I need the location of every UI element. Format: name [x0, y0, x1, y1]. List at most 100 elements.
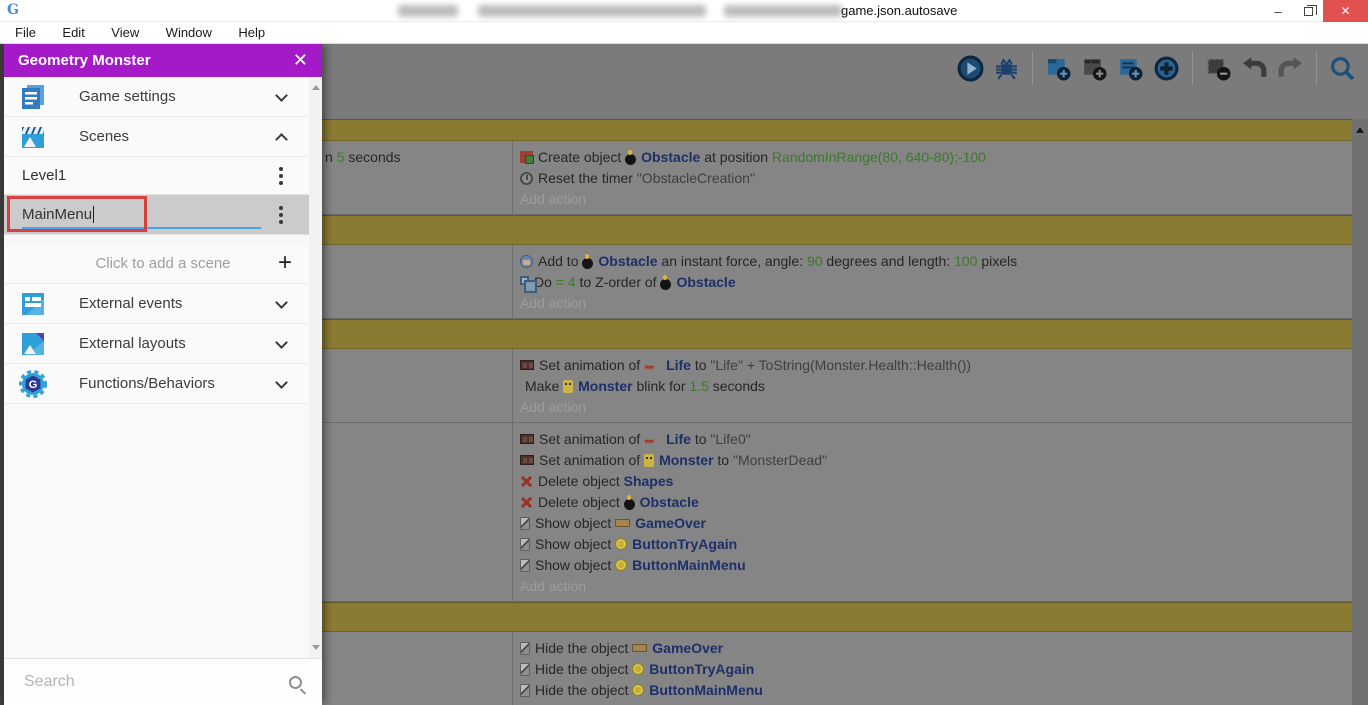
condition-line[interactable]: n 5 seconds [325, 147, 510, 168]
conditions-column[interactable] [322, 423, 512, 601]
text-segment: Create object [538, 149, 626, 165]
conditions-column[interactable] [322, 632, 512, 705]
restore-button[interactable] [1293, 0, 1323, 22]
chevron-up-icon[interactable] [275, 133, 288, 146]
event-row[interactable]: Add to Obstacle an instant force, angle:… [322, 245, 1352, 319]
plus-icon[interactable] [278, 249, 292, 277]
scroll-up-icon[interactable] [312, 85, 320, 90]
comment-bar[interactable] [322, 215, 1352, 245]
add-action-button[interactable]: Add action [520, 397, 1346, 418]
toolbar-separator [1032, 51, 1033, 85]
sidebar-item-label: External layouts [79, 335, 186, 352]
add-scene-button[interactable]: Click to add a scene [4, 243, 322, 284]
close-window-button[interactable] [1323, 0, 1368, 22]
add-action-button[interactable]: Add action [520, 189, 1346, 210]
event-row[interactable]: Set animation of Life to "Life0"Set anim… [322, 423, 1352, 602]
text-segment: Hide the object [535, 682, 633, 698]
chevron-down-icon[interactable] [275, 296, 288, 309]
action-line[interactable]: Set animation of Life to "Life0" [520, 429, 1346, 452]
visibility-icon [520, 641, 530, 655]
event-row[interactable]: n 5 seconds Create object Obstacle at pos… [322, 141, 1352, 215]
action-line[interactable]: Do = 4 to Z-order of Obstacle [520, 272, 1346, 294]
comment-bar[interactable] [322, 119, 1352, 141]
sidebar-item-external-events[interactable]: External events [4, 284, 322, 324]
sidebar-item-label: Game settings [79, 88, 176, 105]
comment-bar[interactable] [322, 602, 1352, 632]
actions-column[interactable]: Hide the object GameOver Hide the object … [512, 632, 1352, 705]
conditions-column[interactable] [322, 349, 512, 422]
action-line[interactable]: Set animation of Life to "Life" + ToStri… [520, 355, 1346, 378]
events-scrollbar[interactable] [1352, 119, 1368, 705]
add-event-button[interactable] [1045, 55, 1072, 82]
remove-event-button[interactable] [1205, 55, 1232, 82]
action-line[interactable]: Hide the object GameOver [520, 638, 1346, 659]
add-comment-button[interactable] [1117, 55, 1144, 82]
scroll-down-icon[interactable] [312, 645, 320, 650]
add-action-button[interactable]: Add action [520, 701, 1346, 705]
chevron-down-icon[interactable] [275, 89, 288, 102]
add-action-button[interactable]: Add action [520, 293, 1346, 314]
sidebar-item-game-settings[interactable]: Game settings [4, 77, 322, 117]
search-input[interactable]: Search [24, 673, 75, 691]
text-segment: Life [666, 431, 691, 447]
sidebar-item-scenes[interactable]: Scenes [4, 117, 322, 157]
chevron-down-icon[interactable] [275, 336, 288, 349]
text-segment: RandomInRange(80, 640-80);-100 [771, 149, 986, 165]
menu-window[interactable]: Window [155, 22, 223, 40]
gameover-icon [632, 644, 648, 653]
events-sheet: n 5 seconds Create object Obstacle at pos… [322, 44, 1368, 705]
chevron-down-icon[interactable] [275, 376, 288, 389]
action-line[interactable]: Make Monster blink for 1.5 seconds [520, 376, 1346, 397]
redo-button[interactable] [1277, 55, 1304, 82]
menu-edit[interactable]: Edit [51, 22, 95, 40]
close-panel-icon[interactable] [293, 50, 308, 71]
action-line[interactable]: Show object GameOver [520, 513, 1346, 534]
text-segment: Do [534, 274, 556, 290]
comment-bar[interactable] [322, 319, 1352, 349]
sidebar-item-functions-behaviors[interactable]: G Functions/Behaviors [4, 364, 322, 404]
actions-column[interactable]: Add to Obstacle an instant force, angle:… [512, 245, 1352, 318]
conditions-column[interactable] [322, 245, 512, 318]
scene-item-level1[interactable]: Level1 [4, 157, 322, 195]
events-toolbar [957, 48, 1356, 88]
text-segment: Obstacle [598, 253, 658, 269]
text-segment: Shapes [623, 473, 674, 489]
panel-search-bar[interactable]: Search [4, 658, 322, 705]
add-action-button[interactable]: Add action [520, 576, 1346, 597]
add-sub-event-button[interactable] [1081, 55, 1108, 82]
scene-menu-icon[interactable] [276, 203, 286, 227]
play-preview-button[interactable] [957, 55, 984, 82]
add-new-button[interactable] [1153, 55, 1180, 82]
event-row[interactable]: Set animation of Life to "Life" + ToStri… [322, 349, 1352, 423]
action-line[interactable]: Create object Obstacle at position Rando… [520, 147, 1346, 168]
undo-button[interactable] [1241, 55, 1268, 82]
action-line[interactable]: Show object ButtonTryAgain [520, 534, 1346, 555]
action-line[interactable]: Hide the object ButtonTryAgain [520, 659, 1346, 680]
action-line[interactable]: Hide the object ButtonMainMenu [520, 680, 1346, 701]
sidebar-item-external-layouts[interactable]: External layouts [4, 324, 322, 364]
search-events-button[interactable] [1329, 55, 1356, 82]
actions-column[interactable]: Set animation of Life to "Life0"Set anim… [512, 423, 1352, 601]
menu-help[interactable]: Help [227, 22, 276, 40]
debug-button[interactable] [993, 55, 1020, 82]
sidebar-item-label: Scenes [79, 128, 130, 145]
action-line[interactable]: Delete object Obstacle [520, 492, 1346, 513]
menu-view[interactable]: View [100, 22, 150, 40]
panel-scrollbar[interactable] [309, 77, 322, 658]
conditions-column[interactable]: n 5 seconds [322, 141, 512, 214]
event-row[interactable]: Hide the object GameOver Hide the object … [322, 632, 1352, 705]
minimize-button[interactable] [1263, 0, 1293, 22]
action-line[interactable]: Set animation of Monster to "MonsterDead… [520, 450, 1346, 471]
action-line[interactable]: Show object ButtonMainMenu [520, 555, 1346, 576]
action-line[interactable]: Delete object Shapes [520, 471, 1346, 492]
search-icon[interactable] [289, 675, 302, 689]
scene-item-mainmenu[interactable]: MainMenu [4, 195, 322, 235]
scroll-up-icon[interactable] [1356, 127, 1364, 133]
action-line[interactable]: Reset the timer "ObstacleCreation" [520, 168, 1346, 189]
actions-column[interactable]: Set animation of Life to "Life" + ToStri… [512, 349, 1352, 422]
menu-file[interactable]: File [4, 22, 47, 40]
scene-menu-icon[interactable] [276, 164, 286, 188]
action-line[interactable]: Add to Obstacle an instant force, angle:… [520, 251, 1346, 272]
actions-column[interactable]: Create object Obstacle at position Rando… [512, 141, 1352, 214]
redacted-title-text [478, 5, 706, 17]
